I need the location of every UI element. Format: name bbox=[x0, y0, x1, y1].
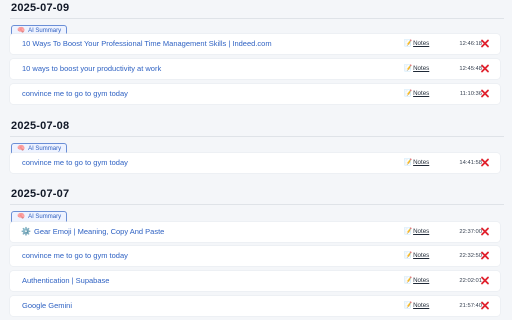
delete-button[interactable] bbox=[480, 250, 490, 261]
history-page: 2025-07-09 🧠 AI Summary 10 Ways To Boost… bbox=[0, 0, 512, 320]
close-icon bbox=[481, 158, 489, 167]
history-link[interactable]: convince me to go to gym today bbox=[22, 251, 128, 261]
history-row[interactable]: 10 Ways To Boost Your Professional Time … bbox=[10, 34, 500, 54]
delete-button[interactable] bbox=[480, 38, 490, 49]
memo-icon: 📝 bbox=[404, 228, 413, 235]
visit-time: 12:45:48 bbox=[459, 66, 482, 72]
history-row[interactable]: convince me to go to gym today 📝Notes 22… bbox=[10, 246, 500, 266]
memo-icon: 📝 bbox=[404, 252, 413, 259]
history-row[interactable]: convince me to go to gym today 📝Notes 14… bbox=[10, 153, 500, 173]
close-icon bbox=[481, 39, 489, 48]
delete-button[interactable] bbox=[480, 226, 490, 237]
visit-time: 22:32:50 bbox=[459, 253, 482, 259]
history-link[interactable]: convince me to go to gym today bbox=[22, 89, 128, 99]
notes-button[interactable]: 📝Notes bbox=[404, 158, 429, 168]
date-group: 2025-07-08 🧠 AI Summary bbox=[0, 120, 512, 156]
delete-button[interactable] bbox=[480, 275, 490, 286]
notes-button[interactable]: 📝Notes bbox=[404, 89, 429, 99]
history-row[interactable]: Authentication | Supabase 📝Notes 22:02:0… bbox=[10, 271, 500, 291]
visit-time: 22:02:01 bbox=[459, 278, 482, 284]
delete-button[interactable] bbox=[480, 300, 490, 311]
notes-button[interactable]: 📝Notes bbox=[404, 39, 429, 49]
delete-button[interactable] bbox=[480, 63, 490, 74]
visit-time: 22:37:00 bbox=[459, 229, 482, 235]
close-icon bbox=[481, 251, 489, 260]
notes-button[interactable]: 📝Notes bbox=[404, 251, 429, 261]
close-icon bbox=[481, 227, 489, 236]
notes-button[interactable]: 📝Notes bbox=[404, 301, 429, 311]
gear-icon: ⚙️ bbox=[21, 227, 31, 236]
close-icon bbox=[481, 64, 489, 73]
history-link[interactable]: Gear Emoji | Meaning, Copy And Paste bbox=[34, 227, 164, 237]
visit-time: 14:41:58 bbox=[459, 160, 482, 166]
date-group: 2025-07-07 🧠 AI Summary bbox=[0, 188, 512, 224]
divider bbox=[10, 136, 504, 137]
notes-button[interactable]: 📝Notes bbox=[404, 276, 429, 286]
divider bbox=[10, 18, 504, 19]
delete-button[interactable] bbox=[480, 157, 490, 168]
visit-time: 21:57:40 bbox=[459, 303, 482, 309]
close-icon bbox=[481, 301, 489, 310]
notes-button[interactable]: 📝Notes bbox=[404, 227, 429, 237]
memo-icon: 📝 bbox=[404, 65, 413, 72]
history-row[interactable]: ⚙️ Gear Emoji | Meaning, Copy And Paste … bbox=[10, 222, 500, 242]
history-link[interactable]: convince me to go to gym today bbox=[22, 158, 128, 168]
memo-icon: 📝 bbox=[404, 90, 413, 97]
history-link[interactable]: 10 Ways To Boost Your Professional Time … bbox=[22, 39, 272, 49]
date-heading: 2025-07-09 bbox=[11, 2, 70, 14]
delete-button[interactable] bbox=[480, 88, 490, 99]
close-icon bbox=[481, 276, 489, 285]
memo-icon: 📝 bbox=[404, 302, 413, 309]
history-row[interactable]: 10 ways to boost your productivity at wo… bbox=[10, 59, 500, 79]
close-icon bbox=[481, 89, 489, 98]
history-link[interactable]: Google Gemini bbox=[22, 301, 72, 311]
brain-icon: 🧠 bbox=[17, 213, 26, 220]
history-row[interactable]: Google Gemini 📝Notes 21:57:40 bbox=[10, 296, 500, 316]
divider bbox=[10, 204, 504, 205]
memo-icon: 📝 bbox=[404, 159, 413, 166]
memo-icon: 📝 bbox=[404, 277, 413, 284]
visit-time: 12:46:18 bbox=[459, 41, 482, 47]
date-heading: 2025-07-07 bbox=[11, 188, 70, 200]
history-row[interactable]: convince me to go to gym today 📝Notes 11… bbox=[10, 84, 500, 104]
history-link[interactable]: 10 ways to boost your productivity at wo… bbox=[22, 64, 161, 74]
date-group: 2025-07-09 🧠 AI Summary bbox=[0, 2, 512, 38]
memo-icon: 📝 bbox=[404, 40, 413, 47]
notes-button[interactable]: 📝Notes bbox=[404, 64, 429, 74]
history-link[interactable]: Authentication | Supabase bbox=[22, 276, 109, 286]
visit-time: 11:10:36 bbox=[459, 91, 482, 97]
brain-icon: 🧠 bbox=[17, 145, 26, 152]
date-heading: 2025-07-08 bbox=[11, 120, 70, 132]
